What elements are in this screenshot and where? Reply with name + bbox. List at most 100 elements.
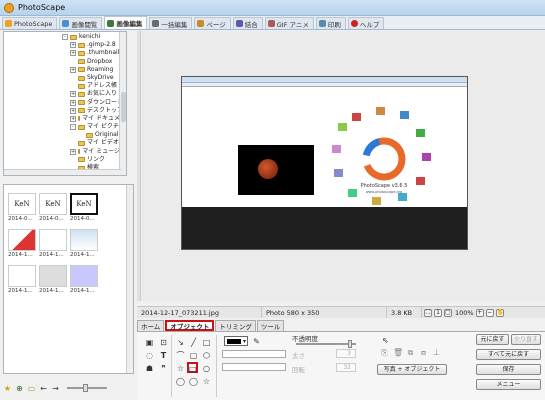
fit-window-icon[interactable]: ⛶ [424, 308, 432, 317]
expand-icon[interactable]: + [70, 148, 76, 155]
thumbnail-item[interactable]: 2014-1... [8, 229, 38, 258]
tab-help[interactable]: ヘルプ [347, 17, 385, 29]
fill-style-dropdown[interactable] [222, 363, 286, 371]
expand-icon[interactable]: + [70, 115, 76, 122]
color-picker[interactable]: ▾ [224, 336, 248, 346]
photo-object-icon[interactable]: ▣ [144, 337, 155, 348]
tree-item[interactable]: + .thumbnails [4, 49, 126, 57]
canvas-left-grip[interactable] [137, 31, 141, 301]
star-shape-tool-icon[interactable]: ☆ [175, 363, 186, 374]
tree-vertical-scrollbar[interactable] [119, 32, 126, 175]
square-shape-tool-icon[interactable]: □ [187, 362, 198, 374]
hexagon-tool-icon[interactable]: ⬡ [201, 350, 212, 361]
octagon-tool-icon[interactable]: ◯ [188, 376, 199, 387]
expand-icon[interactable]: + [70, 50, 76, 57]
forward-arrow-icon[interactable]: → [51, 384, 60, 393]
tree-item[interactable]: マイ ビデオ [4, 139, 126, 147]
thumbnail-scrollbar[interactable] [126, 185, 133, 373]
collapse-icon[interactable]: - [62, 34, 68, 41]
hand-tool-icon[interactable]: ✋ [495, 308, 504, 317]
tab-batch-editor[interactable]: 一括編集 [149, 17, 193, 29]
opacity-slider-knob[interactable] [348, 340, 352, 348]
tab-gif-animation[interactable]: GIF アニメ [264, 17, 314, 29]
thumbnail-item[interactable]: 2014-1... [70, 265, 100, 294]
tree-item[interactable]: - マイ ピクチャ [4, 123, 126, 131]
actual-size-icon[interactable]: 1 [434, 308, 442, 317]
rotate-spinner[interactable]: 32 [336, 363, 356, 372]
arrow-tool-icon[interactable]: ↘ [175, 337, 186, 348]
folder-tree[interactable]: - kenichi + .gimp-2.8 + .thumbnails Dropbox + Ro… [3, 31, 127, 176]
tab-editor[interactable]: 画像編集 [104, 16, 148, 29]
tree-item[interactable]: SkyDrive [4, 74, 126, 82]
star-icon[interactable]: ★ [3, 384, 12, 393]
thumbnail-item[interactable]: 2014-1... [39, 265, 69, 294]
tree-item[interactable]: Dropbox [4, 58, 126, 66]
tree-scroll-thumb[interactable] [121, 92, 126, 122]
line-tool-icon[interactable]: ╱ [188, 337, 199, 348]
opacity-slider[interactable] [296, 340, 356, 348]
expand-icon[interactable]: + [70, 107, 76, 114]
tab-viewer[interactable]: 画像閲覧 [59, 17, 103, 29]
rounded-rect-tool-icon[interactable]: ▢ [188, 350, 199, 361]
tree-item[interactable]: + マイ ドキュメン [4, 115, 126, 123]
quote-icon[interactable]: ❞ [158, 363, 169, 374]
thumbnail-size-knob[interactable] [83, 384, 88, 392]
line-style-dropdown[interactable] [222, 350, 286, 358]
tab-home[interactable]: ホーム [137, 320, 165, 331]
expand-icon[interactable]: + [70, 42, 76, 49]
thumbnail-item[interactable]: KeN 2014-0... [8, 193, 38, 222]
expand-icon[interactable]: + [70, 99, 76, 106]
tree-item[interactable]: リンク [4, 156, 126, 164]
tree-item[interactable]: + ダウンロード [4, 99, 126, 107]
photo-plus-object-button[interactable]: 写真 + オブジェクト [377, 364, 447, 375]
tree-item[interactable]: - kenichi [4, 33, 126, 41]
expand-icon[interactable]: + [70, 66, 76, 73]
balloon-icon[interactable]: ◌ [144, 350, 155, 361]
rectangle-tool-icon[interactable]: □ [201, 337, 212, 348]
thumbnail-size-slider[interactable] [67, 384, 107, 392]
thumbnail-item[interactable]: KeN 2014-0... [39, 193, 69, 222]
cursor-select-icon[interactable]: ⇖ [381, 336, 390, 345]
text-icon[interactable]: T [158, 350, 169, 361]
undo-all-button[interactable]: すべて元に戻す [476, 349, 541, 360]
curve-tool-icon[interactable]: ⌒ [175, 350, 186, 361]
tree-item[interactable]: + Roaming [4, 66, 126, 74]
thumbnail-item[interactable]: 2014-1... [39, 229, 69, 258]
tab-print[interactable]: 印刷 [315, 17, 346, 29]
tab-tools[interactable]: ツール [256, 320, 285, 331]
tab-page[interactable]: ページ [194, 17, 231, 29]
zoom-out-icon[interactable]: − [485, 308, 494, 317]
sticker-icon[interactable]: ☗ [144, 363, 155, 374]
undo-button[interactable]: 元に戻す [476, 334, 509, 345]
zoom-fit-icon[interactable]: ▢ [444, 308, 452, 317]
tab-object[interactable]: オブジェクト [165, 320, 215, 331]
thumbnail-item[interactable]: 2014-1... [70, 229, 100, 258]
thickness-spinner[interactable]: 3 [336, 349, 356, 358]
eyedropper-icon[interactable]: ✎ [252, 337, 261, 346]
redo-button[interactable]: やり直す [511, 334, 541, 345]
tab-combine[interactable]: 結合 [232, 17, 263, 29]
add-folder-icon[interactable]: ⊕ [15, 384, 24, 393]
thumbnail-item[interactable]: 2014-1... [8, 265, 38, 294]
folder-icon[interactable]: ▭ [27, 384, 36, 393]
clipart-icon[interactable]: ⊡ [158, 337, 169, 348]
circle-tool-icon[interactable]: ○ [201, 363, 212, 374]
tab-crop[interactable]: トリミング [215, 320, 256, 331]
edited-photo[interactable]: PhotoScape v3.6.5 www.photoscape.org [181, 76, 468, 250]
ellipse-tool-icon[interactable]: ◯ [175, 376, 186, 387]
five-star-tool-icon[interactable]: ☆ [201, 376, 212, 387]
tab-photoscape[interactable]: PhotoScape [2, 17, 58, 29]
collapse-icon[interactable]: - [70, 124, 76, 131]
save-button[interactable]: 保存 [476, 364, 541, 375]
tree-item[interactable]: + お気に入り [4, 90, 126, 98]
tree-item[interactable]: + マイ ミュージッ [4, 148, 126, 156]
menu-button[interactable]: メニュー [476, 379, 541, 390]
tree-item[interactable]: + デスクトップ [4, 107, 126, 115]
moon-image-object[interactable] [238, 145, 314, 195]
tree-item[interactable]: + .gimp-2.8 [4, 41, 126, 49]
expand-icon[interactable]: + [70, 91, 76, 98]
tree-horizontal-scrollbar[interactable] [4, 169, 121, 175]
back-arrow-icon[interactable]: ← [39, 384, 48, 393]
zoom-in-icon[interactable]: + [475, 308, 484, 317]
thumbnail-item[interactable]: KeN 2014-0... [70, 193, 100, 222]
